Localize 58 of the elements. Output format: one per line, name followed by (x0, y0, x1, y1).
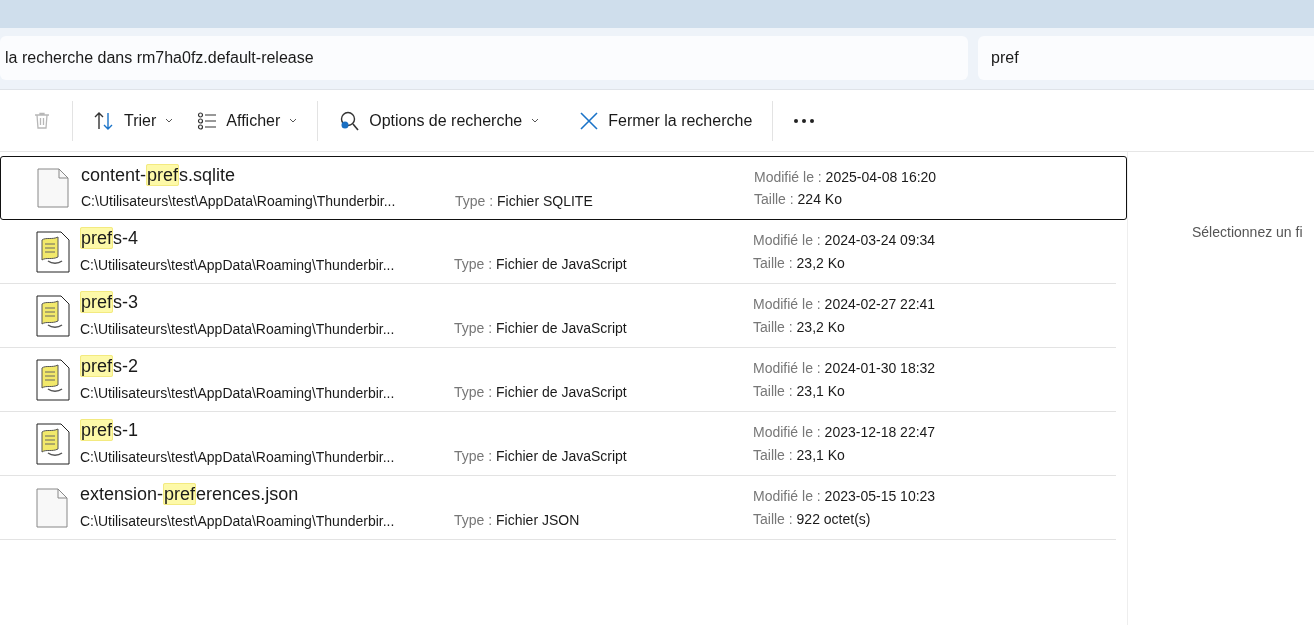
file-size: Taille : 23,1 Ko (753, 381, 846, 401)
modified-date: Modifié le : 2024-02-27 22:41 (753, 295, 936, 315)
file-name: prefs-1 (80, 419, 140, 443)
script-file-icon (36, 294, 70, 337)
file-name: content-prefs.sqlite (81, 163, 237, 188)
options-button[interactable]: Options de recherche (326, 102, 552, 139)
script-file-icon (36, 358, 70, 401)
address-bar[interactable]: la recherche dans rm7ha0fz.default-release (0, 36, 968, 80)
file-path: C:\Utilisateurs\test\AppData\Roaming\Thunderbir... (81, 192, 397, 212)
file-row[interactable]: extension-preferences.json C:\Utilisateurs\test\AppData\Roaming\Thunderbir... Type : Fichier JSON Modifié le : 2023-05-15 10:23 Taille : 922 octet(s) (0, 476, 1116, 540)
trash-icon (32, 110, 52, 131)
close-button[interactable]: Fermer la recherche (567, 102, 765, 139)
file-type: Type : Fichier de JavaScript (454, 383, 628, 402)
file-name: prefs-4 (80, 227, 140, 251)
caret-icon (165, 118, 174, 123)
file-path: C:\Utilisateurs\test\AppData\Roaming\Thunderbir... (80, 319, 396, 339)
file-name: extension-preferences.json (80, 483, 300, 507)
sort-button[interactable]: Trier (81, 102, 186, 139)
script-file-icon (36, 422, 70, 465)
file-row[interactable]: prefs-3 C:\Utilisateurs\test\AppData\Roaming\Thunderbir... Type : Fichier de JavaScript Modifié le : 2024-02-27 22:41 Taille : 23,2 Ko (0, 284, 1116, 348)
modified-date: Modifié le : 2023-05-15 10:23 (753, 487, 936, 507)
caret-icon (289, 118, 298, 123)
file-size: Taille : 23,2 Ko (753, 253, 846, 273)
modified-date: Modifié le : 2024-01-30 18:32 (753, 359, 936, 379)
search-options-icon (338, 109, 361, 132)
script-file-icon (36, 230, 70, 273)
file-row[interactable]: prefs-2 C:\Utilisateurs\test\AppData\Roaming\Thunderbir... Type : Fichier de JavaScript Modifié le : 2024-01-30 18:32 Taille : 23,1 Ko (0, 348, 1116, 412)
file-type: Type : Fichier de JavaScript (454, 319, 628, 338)
modified-date: Modifié le : 2024-03-24 09:34 (753, 231, 936, 251)
list-view-icon (197, 110, 218, 131)
file-icon (36, 487, 68, 528)
file-type: Type : Fichier JSON (454, 511, 581, 530)
preview-message: Sélectionnez un fi (1192, 223, 1303, 242)
modified-date: Modifié le : 2025-04-08 16:20 (754, 167, 937, 187)
file-path: C:\Utilisateurs\test\AppData\Roaming\Thunderbir... (80, 447, 396, 467)
view-button[interactable]: Afficher (185, 102, 310, 139)
file-row[interactable]: content-prefs.sqlite C:\Utilisateurs\test\AppData\Roaming\Thunderbir... Type : Fichier SQLITE Modifié le : 2025-04-08 16:20 Taille : 224 Ko (0, 156, 1127, 220)
modified-date: Modifié le : 2023-12-18 22:47 (753, 423, 936, 443)
file-type: Type : Fichier SQLITE (455, 191, 594, 211)
file-type: Type : Fichier de JavaScript (454, 447, 628, 466)
file-path: C:\Utilisateurs\test\AppData\Roaming\Thunderbir... (80, 255, 396, 275)
file-icon (37, 168, 69, 208)
file-row[interactable]: prefs-1 C:\Utilisateurs\test\AppData\Roaming\Thunderbir... Type : Fichier de JavaScript Modifié le : 2023-12-18 22:47 Taille : 23,1 Ko (0, 412, 1116, 476)
file-row[interactable]: prefs-4 C:\Utilisateurs\test\AppData\Roaming\Thunderbir... Type : Fichier de JavaScript Modifié le : 2024-03-24 09:34 Taille : 23,2 Ko (0, 220, 1116, 284)
file-type: Type : Fichier de JavaScript (454, 255, 628, 274)
file-size: Taille : 23,1 Ko (753, 445, 846, 465)
caret-icon (531, 118, 540, 123)
sort-arrows-icon (93, 110, 115, 131)
file-path: C:\Utilisateurs\test\AppData\Roaming\Thunderbir... (80, 511, 396, 531)
more-icon (793, 117, 816, 124)
file-size: Taille : 224 Ko (754, 190, 843, 209)
file-path: C:\Utilisateurs\test\AppData\Roaming\Thunderbir... (80, 383, 396, 403)
file-name: prefs-2 (80, 355, 140, 379)
search-field[interactable]: pref (978, 36, 1314, 80)
file-name: prefs-3 (80, 291, 140, 315)
file-size: Taille : 23,2 Ko (753, 317, 846, 337)
file-size: Taille : 922 octet(s) (753, 509, 872, 529)
close-icon (579, 110, 600, 131)
